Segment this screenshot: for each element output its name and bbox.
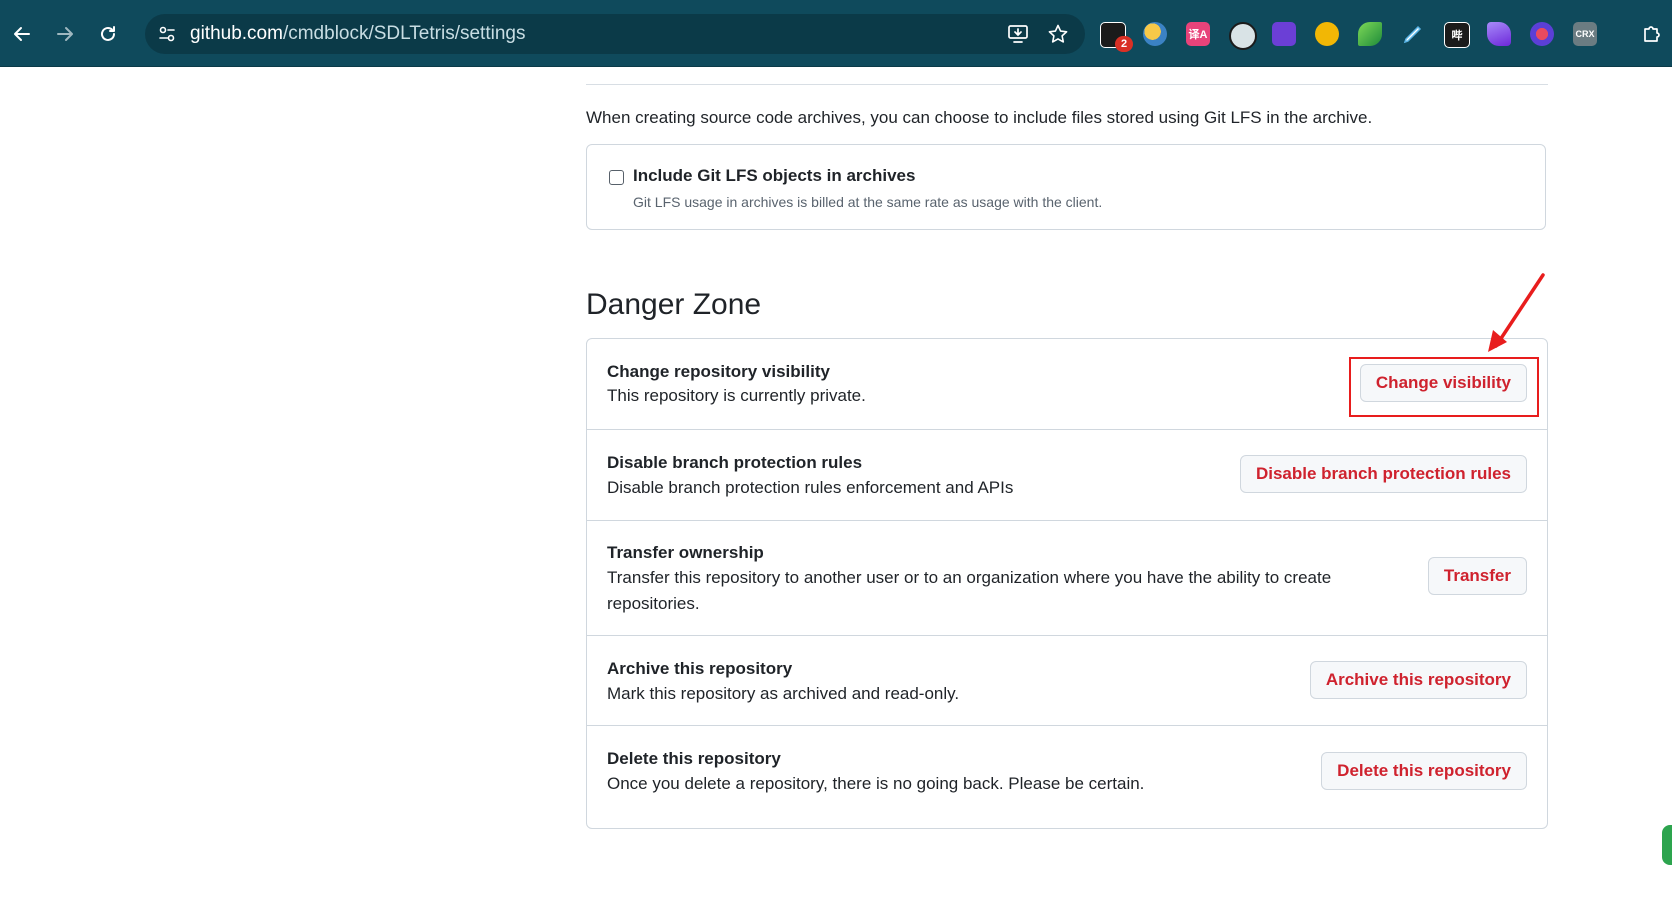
browser-toolbar: github.com/cmdblock/SDLTetris/settings 2… [0,0,1672,67]
danger-row-transfer: Transfer ownership Transfer this reposit… [587,520,1547,636]
ext-pen-icon[interactable] [1401,22,1425,46]
ext-purple-icon[interactable] [1272,22,1296,46]
danger-row-delete: Delete this repository Once you delete a… [587,725,1547,829]
lfs-description: When creating source code archives, you … [586,108,1373,127]
transfer-button[interactable]: Transfer [1427,557,1527,595]
back-button[interactable] [8,20,36,48]
reload-button[interactable] [94,20,122,48]
reload-icon [101,26,115,41]
address-bar[interactable]: github.com/cmdblock/SDLTetris/settings [145,14,1085,54]
lfs-checkbox-note: Git LFS usage in archives is billed at t… [633,194,1103,210]
ext-ball-icon[interactable] [1143,22,1167,46]
url-path: /cmdblock/SDLTetris/settings [282,23,526,44]
ext-yellow-icon[interactable] [1315,22,1339,46]
section-divider [586,84,1548,85]
forward-button[interactable] [51,20,79,48]
side-feedback-tab[interactable] [1662,825,1672,865]
lfs-option-box: Include Git LFS objects in archives Git … [586,144,1546,230]
ext-dark-icon[interactable]: 哔 [1444,22,1470,48]
url-text[interactable]: github.com/cmdblock/SDLTetris/settings [190,24,525,44]
archive-repository-button[interactable]: Archive this repository [1309,661,1527,699]
annotation-highlight-box [1349,357,1539,417]
lfs-checkbox-label[interactable]: Include Git LFS objects in archives [633,166,915,186]
danger-row-description: Disable branch protection rules enforcem… [607,478,1014,497]
danger-row-archive: Archive this repository Mark this reposi… [587,635,1547,726]
ext-puzzle-icon[interactable] [1640,22,1664,46]
arrow-right-icon [57,27,73,41]
ext-globe-icon[interactable] [1530,22,1554,46]
ext-leaf-icon[interactable] [1358,22,1382,46]
danger-row-title: Delete this repository [607,749,781,768]
danger-row-description: Transfer this repository to another user… [607,568,1332,613]
danger-row-title: Disable branch protection rules [607,453,863,472]
danger-row-description: Mark this repository as archived and rea… [607,684,960,703]
bookmark-star-icon[interactable] [1047,23,1069,45]
delete-repository-button[interactable]: Delete this repository [1321,752,1527,790]
danger-row-branch-protection: Disable branch protection rules Disable … [587,429,1547,521]
ext-crystal-icon[interactable] [1487,22,1511,46]
danger-row-title: Change repository visibility [607,362,830,381]
annotation-arrow-icon [1488,273,1545,352]
extension-badge: 2 [1115,36,1133,52]
ext-translate-icon[interactable]: 译A [1186,22,1210,46]
site-settings-icon[interactable] [157,24,177,44]
lfs-checkbox[interactable] [609,170,624,185]
url-host: github.com [190,23,283,44]
ext-crx-icon[interactable]: CRX [1573,22,1597,46]
arrow-left-icon [14,27,30,41]
danger-zone-title: Danger Zone [586,288,762,321]
danger-row-description: Once you delete a repository, there is n… [607,774,1145,793]
danger-row-title: Transfer ownership [607,543,764,562]
install-app-icon[interactable] [1007,23,1029,45]
danger-row-description: This repository is currently private. [607,386,866,405]
danger-row-title: Archive this repository [607,659,793,678]
disable-branch-protection-button[interactable]: Disable branch protection rules [1239,455,1527,493]
ext-circle-icon[interactable] [1229,22,1257,50]
